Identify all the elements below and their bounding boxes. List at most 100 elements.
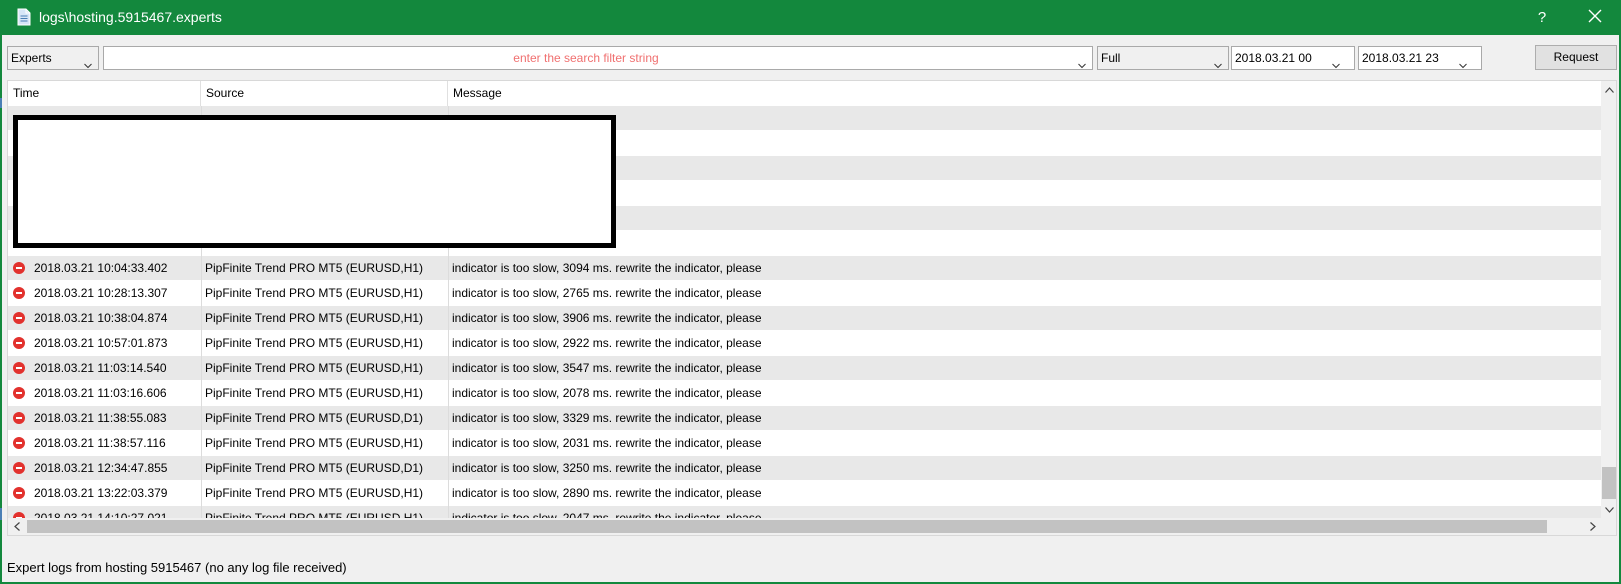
chevron-down-icon (1214, 55, 1222, 69)
table-row[interactable]: 2018.03.21 11:03:14.540 PipFinite Trend P… (8, 356, 1601, 381)
date-to-value: 2018.03.21 23 (1362, 51, 1439, 65)
mode-select[interactable]: Full (1097, 46, 1229, 70)
column-separator (201, 406, 202, 431)
column-separator (201, 431, 202, 456)
error-icon (13, 337, 25, 349)
column-separator (448, 331, 449, 356)
error-icon (13, 262, 25, 274)
error-icon (13, 287, 25, 299)
column-separator (201, 481, 202, 506)
help-button[interactable]: ? (1520, 0, 1564, 35)
source-cell: PipFinite Trend PRO MT5 (EURUSD,H1) (205, 361, 424, 375)
column-separator (448, 281, 449, 306)
message-cell: indicator is too slow, 2922 ms. rewrite … (452, 336, 762, 350)
horizontal-scrollbar[interactable] (8, 518, 1601, 535)
vertical-scroll-thumb[interactable] (1602, 467, 1616, 499)
source-cell: PipFinite Trend PRO MT5 (EURUSD,H1) (205, 436, 424, 450)
date-to-picker[interactable]: 2018.03.21 23 (1358, 46, 1482, 70)
table-header: Time Source Message (8, 81, 1601, 106)
scrollbar-corner (1601, 518, 1616, 535)
document-icon (17, 8, 31, 29)
column-separator (448, 356, 449, 381)
vertical-scrollbar[interactable] (1601, 81, 1616, 518)
source-cell: PipFinite Trend PRO MT5 (EURUSD,H1) (205, 486, 424, 500)
error-icon (13, 462, 25, 474)
column-header-source[interactable]: Source (201, 81, 448, 106)
time-cell: 2018.03.21 10:28:13.307 (34, 286, 168, 300)
message-cell: indicator is too slow, 3329 ms. rewrite … (452, 411, 762, 425)
source-cell: PipFinite Trend PRO MT5 (EURUSD,H1) (205, 386, 424, 400)
source-cell: PipFinite Trend PRO MT5 (EURUSD,H1) (205, 286, 424, 300)
message-cell: indicator is too slow, 2078 ms. rewrite … (452, 386, 762, 400)
message-cell: indicator is too slow, 2890 ms. rewrite … (452, 486, 762, 500)
search-placeholder: enter the search filter string (513, 51, 659, 65)
column-separator (201, 456, 202, 481)
time-cell: 2018.03.21 11:38:55.083 (34, 411, 167, 425)
table-row[interactable]: 2018.03.21 11:03:16.606 PipFinite Trend P… (8, 381, 1601, 406)
background-edge (0, 508, 2, 520)
column-separator (448, 456, 449, 481)
window-title: logs\hosting.5915467.experts (39, 9, 222, 25)
log-type-value: Experts (11, 51, 52, 65)
table-row[interactable]: 2018.03.21 11:38:55.083 PipFinite Trend P… (8, 406, 1601, 431)
table-row[interactable]: 2018.03.21 10:04:33.402 PipFinite Trend P… (8, 256, 1601, 281)
status-bar-text: Expert logs from hosting 5915467 (no any… (7, 560, 347, 575)
column-header-message[interactable]: Message (448, 81, 1601, 106)
column-separator (448, 381, 449, 406)
horizontal-scroll-thumb[interactable] (27, 520, 1547, 533)
table-row[interactable]: 2018.03.21 10:57:01.873 PipFinite Trend P… (8, 331, 1601, 356)
table-row[interactable]: 2018.03.21 10:28:13.307 PipFinite Trend P… (8, 281, 1601, 306)
log-table[interactable]: Time Source Message 2018.03.21 10:04:33.… (7, 80, 1617, 536)
error-icon (13, 362, 25, 374)
column-separator (448, 406, 449, 431)
time-cell: 2018.03.21 10:04:33.402 (34, 261, 168, 275)
error-icon (13, 437, 25, 449)
time-cell: 2018.03.21 11:03:16.606 (34, 386, 167, 400)
message-cell: indicator is too slow, 2031 ms. rewrite … (452, 436, 762, 450)
scroll-left-icon[interactable] (8, 518, 25, 535)
column-header-time[interactable]: Time (8, 81, 201, 106)
message-cell: indicator is too slow, 3250 ms. rewrite … (452, 461, 762, 475)
scroll-down-icon[interactable] (1601, 501, 1616, 518)
scroll-right-icon[interactable] (1584, 518, 1601, 535)
time-cell: 2018.03.21 13:22:03.379 (34, 486, 168, 500)
error-icon (13, 412, 25, 424)
message-cell: indicator is too slow, 3906 ms. rewrite … (452, 311, 762, 325)
column-separator (201, 256, 202, 281)
column-separator (448, 481, 449, 506)
source-cell: PipFinite Trend PRO MT5 (EURUSD,H1) (205, 311, 424, 325)
mode-value: Full (1101, 51, 1121, 65)
scroll-up-icon[interactable] (1601, 81, 1616, 98)
column-separator (448, 306, 449, 331)
message-cell: indicator is too slow, 2765 ms. rewrite … (452, 286, 762, 300)
message-cell: indicator is too slow, 3094 ms. rewrite … (452, 261, 762, 275)
source-cell: PipFinite Trend PRO MT5 (EURUSD,H1) (205, 336, 424, 350)
date-from-picker[interactable]: 2018.03.21 00 (1231, 46, 1355, 70)
title-bar: logs\hosting.5915467.experts ? (0, 0, 1621, 35)
table-row[interactable]: 2018.03.21 12:34:47.855 PipFinite Trend P… (8, 456, 1601, 481)
request-button[interactable]: Request (1535, 45, 1617, 70)
message-cell: indicator is too slow, 3547 ms. rewrite … (452, 361, 762, 375)
column-separator (201, 306, 202, 331)
table-row[interactable]: 2018.03.21 10:38:04.874 PipFinite Trend P… (8, 306, 1601, 331)
close-button[interactable] (1569, 0, 1621, 35)
table-row[interactable]: 2018.03.21 11:38:57.116 PipFinite Trend P… (8, 431, 1601, 456)
error-icon (13, 312, 25, 324)
date-from-value: 2018.03.21 00 (1235, 51, 1312, 65)
column-separator (448, 431, 449, 456)
chevron-down-icon (1332, 55, 1340, 69)
chevron-down-icon (84, 55, 92, 69)
time-cell: 2018.03.21 10:57:01.873 (34, 336, 168, 350)
log-type-select[interactable]: Experts (7, 46, 99, 70)
error-icon (13, 487, 25, 499)
search-input[interactable]: enter the search filter string (103, 46, 1093, 70)
column-separator (201, 381, 202, 406)
table-row[interactable]: 2018.03.21 13:22:03.379 PipFinite Trend P… (8, 481, 1601, 506)
chevron-down-icon (1459, 55, 1467, 69)
background-edge (0, 98, 2, 108)
source-cell: PipFinite Trend PRO MT5 (EURUSD,H1) (205, 261, 424, 275)
column-separator (201, 356, 202, 381)
source-cell: PipFinite Trend PRO MT5 (EURUSD,D1) (205, 411, 424, 425)
redaction-box (13, 115, 616, 248)
time-cell: 2018.03.21 11:38:57.116 (34, 436, 166, 450)
